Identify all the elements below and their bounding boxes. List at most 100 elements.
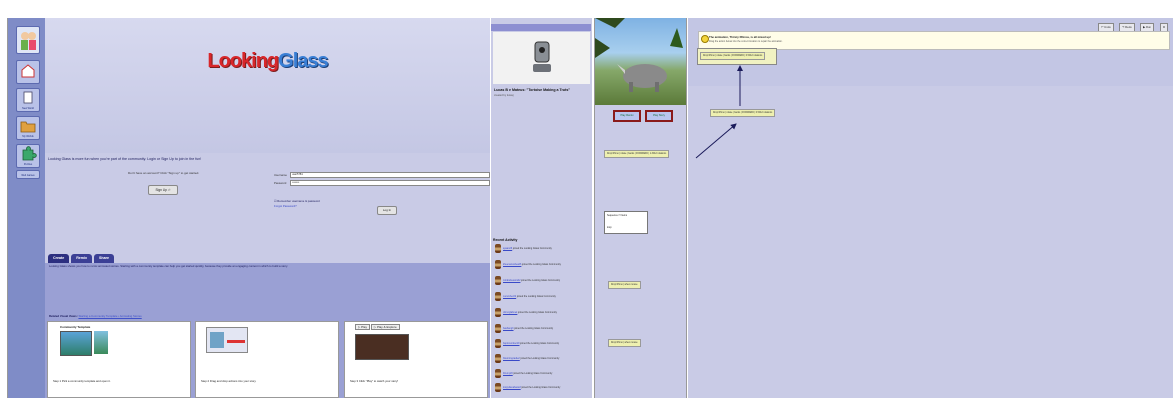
play-label: Play [361, 325, 367, 329]
rail-label: My Worlds [22, 135, 34, 138]
character-avatar[interactable] [16, 26, 40, 54]
sign-up-button[interactable]: Sign Up ⏎ [148, 185, 178, 195]
redo-label: Redo [1125, 25, 1132, 29]
rail-label: New World [22, 107, 34, 110]
tab-bar: Create Remix Share [48, 254, 116, 263]
remember-label: Remember username & password [277, 199, 320, 203]
activity-user[interactable]: Drumy20 [503, 372, 513, 375]
tab-description: Looking Glass shows you how to remix ani… [49, 264, 289, 268]
activity-user[interactable]: bashang3 [503, 327, 514, 330]
tile-part: rotate [620, 153, 627, 155]
new-document-icon [23, 91, 33, 104]
code-tile-rhino-2[interactable]: Drop Rhino | when mouse [608, 339, 641, 347]
activity-item: kheenanoshea26 joined the Looking Glass … [495, 260, 561, 269]
puzzles-button[interactable]: Puzzles [16, 144, 40, 168]
drag-arrow [227, 340, 245, 343]
logo-right: Glass [278, 50, 328, 72]
play-button[interactable]: ▷ Play [355, 324, 370, 330]
recent-activity-heading: Recent Activity [493, 238, 518, 242]
activity-item: mirabaheanra02 joined the Looking Glass … [495, 276, 560, 285]
user-avatar [495, 260, 501, 269]
related-views: Related Visual Views: Starting a Communi… [49, 314, 142, 318]
home-button[interactable] [16, 60, 40, 84]
featured-world-author: created by lucasj [494, 94, 514, 97]
featured-world-thumbnail[interactable] [493, 32, 590, 84]
code-tile-rhino[interactable]: Drop Rhino | when mouse [608, 281, 641, 289]
activity-user[interactable]: ohmoglabnek [503, 311, 517, 314]
scene-thumbnail [210, 332, 224, 348]
user-avatar [495, 324, 501, 333]
activity-text: joined the Looking Glass Community [518, 311, 557, 315]
activity-item: Drumy20 joined the Looking Glass Communi… [495, 369, 552, 378]
my-worlds-button[interactable]: My Worlds [16, 116, 40, 140]
rhino-scene [595, 18, 683, 92]
play-explore-button[interactable]: ▷ Play & Explore [370, 324, 400, 330]
activity-item: loopydanabana3 joined the Looking Glass … [495, 383, 560, 392]
kids-icon [21, 32, 36, 50]
activity-item: bspinnumber19 joined the Looking Glass C… [495, 339, 559, 348]
activity-item: bloomingcadie2 joined the Looking Glass … [495, 354, 559, 363]
puzzle-icon [22, 146, 37, 161]
activity-user[interactable]: loopydanabana3 [503, 386, 521, 389]
forgot-password-link[interactable]: Forgot Password? [274, 204, 297, 208]
tile-part: Drop Rhino [611, 284, 623, 286]
code-tile-row[interactable]: Drop Rhino | rotate | backs | FORWARD | … [604, 150, 670, 158]
activity-user[interactable]: bloomingcadie2 [503, 357, 520, 360]
related-links[interactable]: Starting a Community Template • Animatin… [78, 314, 141, 318]
step-card-1: Community Template Step 1 Pick a communi… [47, 321, 191, 398]
password-field[interactable]: •••••••• [290, 180, 490, 186]
looking-glass-home-panel: New World My Worlds Puzzles Web Games Lo… [7, 18, 490, 398]
intro-text: Looking Glass is more fun when you're pa… [48, 157, 202, 161]
loop-label: loop [607, 226, 612, 229]
user-avatar [495, 292, 501, 301]
user-avatar [495, 276, 501, 285]
step-caption: Step 3 Click "Play" to watch your story! [350, 379, 399, 383]
play-remix-button[interactable]: Play Remix [613, 110, 641, 122]
step-caption: Step 2 Drag and drop actions into your s… [201, 379, 257, 383]
user-avatar [495, 369, 501, 378]
tile-part: 1.3012 rotations [649, 153, 667, 155]
activity-user[interactable]: mirabaheanra02 [503, 279, 520, 282]
activity-text: joined the Looking Glass Community [514, 327, 554, 331]
run-label: Run [1145, 25, 1152, 29]
sign-up-label: Sign Up [155, 188, 167, 192]
log-in-button[interactable]: Log In [377, 206, 397, 215]
tab-share[interactable]: Share [93, 254, 114, 263]
username-label: Username [274, 173, 287, 177]
user-avatar [495, 308, 501, 317]
sequence-box[interactable]: Sequence ☐ Items loop [604, 211, 648, 234]
username-field[interactable]: user5781 [290, 172, 490, 178]
step-card-2: Step 2 Drag and drop actions into your s… [195, 321, 339, 398]
activity-user[interactable]: ayaan26 [503, 247, 512, 250]
activity-text: joined the Looking Glass Community [516, 295, 556, 299]
looking-glass-logo: LookingGlass [185, 50, 350, 73]
step-card-3: ▷ Play ▷ Play & Explore Step 3 Click "Pl… [344, 321, 488, 398]
robot-icon [533, 41, 551, 72]
tile-part: FORWARD [636, 153, 648, 155]
play-story-button[interactable]: Play Story [645, 110, 673, 122]
arrow-diagonal [695, 123, 737, 159]
new-world-button[interactable]: New World [16, 88, 40, 112]
play-explore-label: Play & Explore [376, 325, 397, 329]
tab-create[interactable]: Create [48, 254, 70, 263]
tile-part: Drop Rhino [607, 153, 619, 155]
activity-text: joined the Looking Glass Community [521, 279, 561, 283]
template-thumbnail-2[interactable] [94, 331, 108, 354]
featured-world-title[interactable]: Lucas B e Mateus: "Tortoise Making a Tru… [494, 88, 570, 92]
activity-text: joined the Looking Glass Community [520, 342, 560, 346]
activity-user[interactable]: cucumber22 [503, 295, 516, 298]
activity-user[interactable]: kheenanoshea26 [503, 263, 521, 266]
activity-user[interactable]: bspinnumber19 [503, 342, 519, 345]
tab-remix[interactable]: Remix [71, 254, 92, 263]
user-avatar [495, 383, 501, 392]
user-avatar [495, 339, 501, 348]
user-avatar [495, 354, 501, 363]
scene-view[interactable] [595, 18, 686, 105]
template-thumbnail[interactable] [60, 331, 92, 356]
left-rail: New World My Worlds Puzzles Web Games [8, 18, 45, 398]
rail-label: Puzzles [23, 163, 33, 166]
rail-label: Web Games [21, 174, 35, 177]
remember-checkbox[interactable]: ☑ Remember username & password [274, 199, 320, 203]
web-games-button[interactable]: Web Games [16, 170, 40, 179]
sequence-label-part: Items [621, 214, 628, 217]
